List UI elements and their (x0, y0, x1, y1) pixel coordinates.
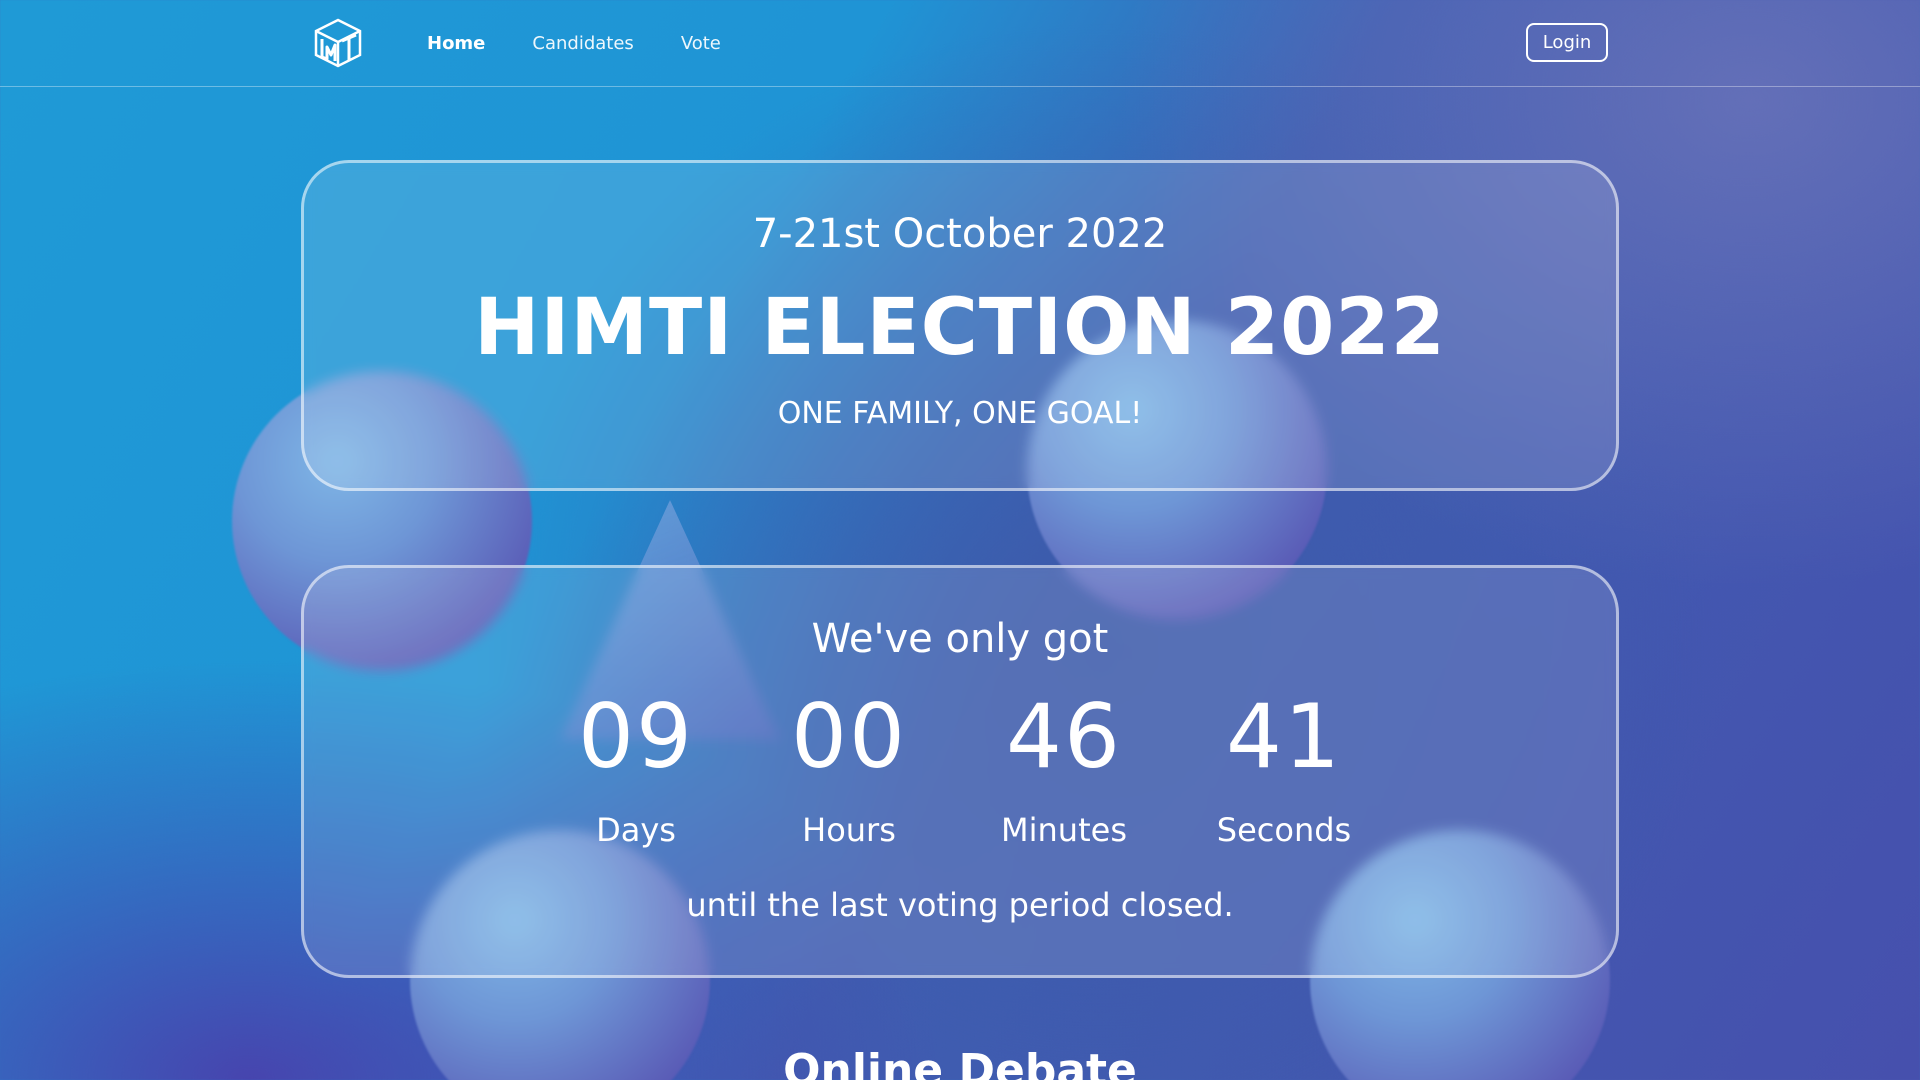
nav-link-vote[interactable]: Vote (681, 33, 721, 54)
countdown-card: We've only got 09 Days 00 Hours 46 Minut… (301, 565, 1619, 978)
countdown-hours-label: Hours (802, 811, 896, 849)
countdown-days-label: Days (596, 811, 676, 849)
countdown-seconds-value: 41 (1226, 685, 1342, 788)
countdown-days-value: 09 (578, 685, 694, 788)
countdown-hours: 00 Hours (749, 685, 949, 850)
hero-card: 7-21st October 2022 HIMTI ELECTION 2022 … (301, 160, 1619, 491)
himti-cube-logo-icon[interactable] (312, 17, 364, 69)
nav-link-candidates[interactable]: Candidates (532, 33, 633, 54)
countdown-minutes: 46 Minutes (964, 685, 1164, 850)
countdown-seconds: 41 Seconds (1184, 685, 1384, 850)
login-button[interactable]: Login (1526, 23, 1608, 62)
nav-links: Home Candidates Vote (427, 0, 721, 87)
countdown-hours-value: 00 (791, 685, 907, 788)
countdown-heading: We've only got (811, 616, 1109, 662)
hero-tagline: ONE FAMILY, ONE GOAL! (777, 396, 1143, 431)
countdown-timer: 09 Days 00 Hours 46 Minutes 41 Seconds (304, 693, 1616, 863)
countdown-minutes-label: Minutes (1001, 811, 1127, 849)
online-debate-heading: Online Debate (783, 1045, 1137, 1080)
countdown-minutes-value: 46 (1006, 685, 1122, 788)
countdown-seconds-label: Seconds (1216, 811, 1352, 849)
top-navbar: Home Candidates Vote Login (0, 0, 1920, 87)
logo-graphic (314, 18, 362, 68)
countdown-footer: until the last voting period closed. (686, 886, 1234, 924)
page-title: HIMTI ELECTION 2022 (474, 283, 1446, 373)
countdown-days: 09 Days (536, 685, 736, 850)
election-date: 7-21st October 2022 (752, 211, 1168, 257)
nav-link-home[interactable]: Home (427, 33, 485, 54)
